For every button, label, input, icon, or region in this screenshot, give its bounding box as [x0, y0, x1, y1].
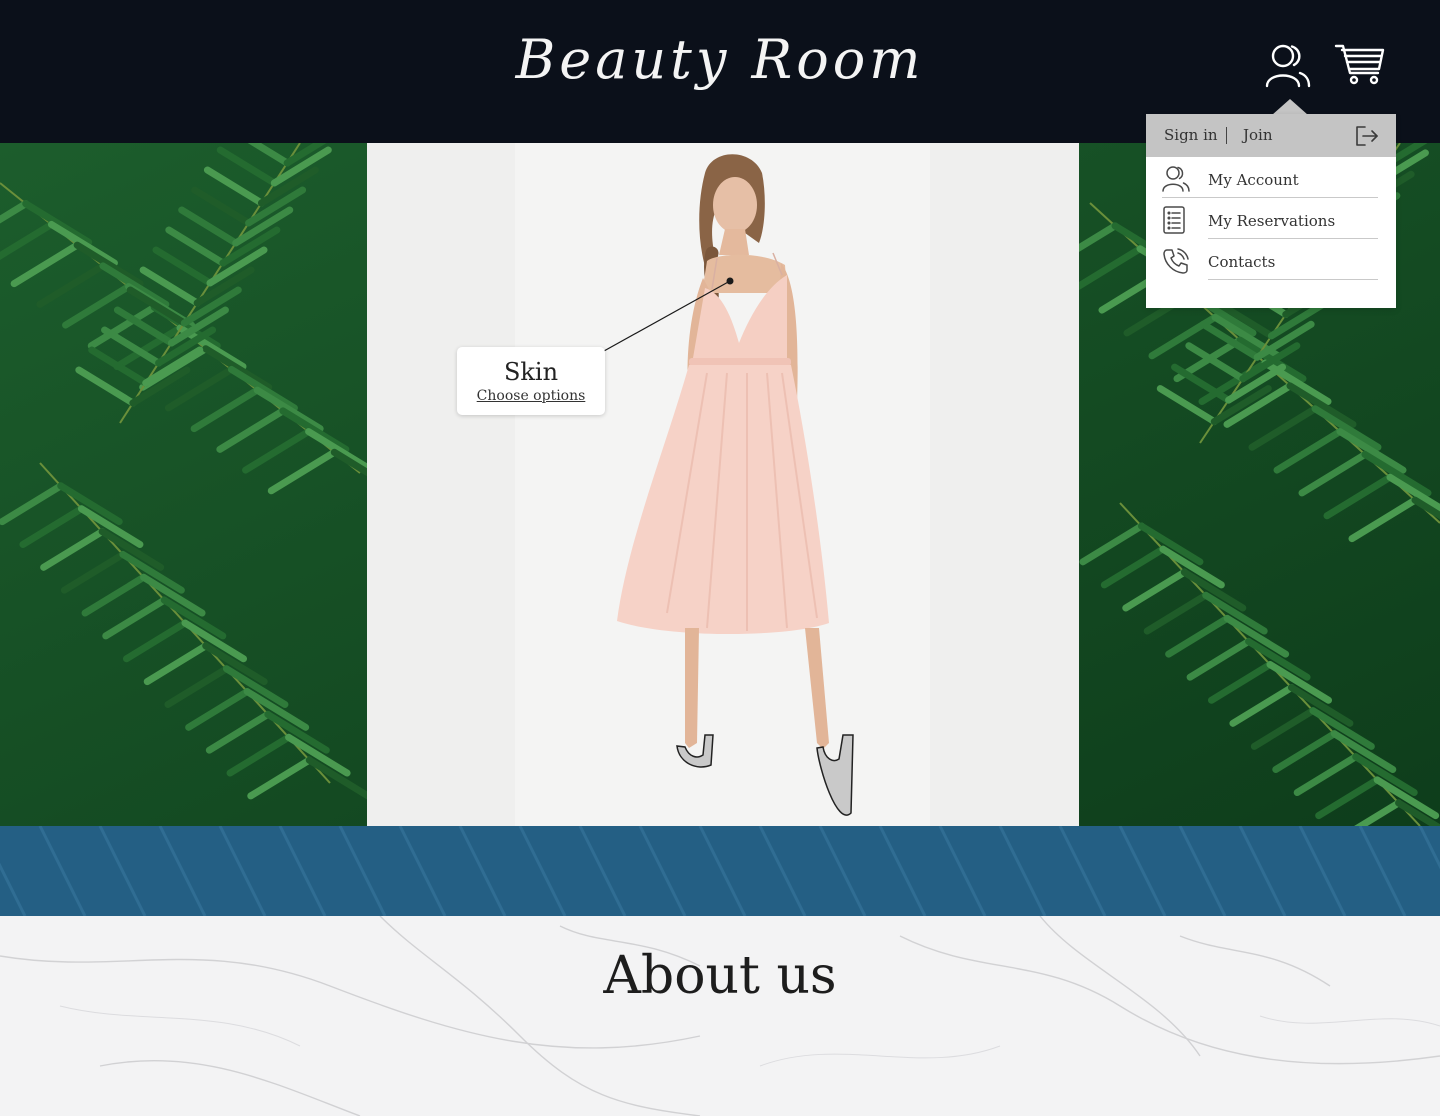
about-title: About us — [603, 946, 837, 1006]
divider — [1162, 197, 1378, 198]
decorative-band — [0, 826, 1440, 916]
phone-icon — [1162, 247, 1190, 275]
list-icon — [1162, 206, 1190, 234]
divider — [1226, 127, 1227, 144]
divider — [1208, 238, 1378, 239]
users-icon[interactable] — [1264, 42, 1312, 88]
dropdown-auth-bar: Sign in Join — [1146, 114, 1396, 157]
menu-item-contacts[interactable]: Contacts — [1162, 241, 1378, 282]
join-link[interactable]: Join — [1243, 126, 1273, 144]
brand-logo[interactable]: Beauty Room — [0, 28, 1440, 91]
menu-item-label: My Account — [1208, 171, 1299, 189]
sign-in-link[interactable]: Sign in — [1164, 126, 1218, 144]
hotspot-title: Skin — [503, 358, 559, 386]
dropdown-arrow — [1272, 99, 1308, 115]
menu-item-label: My Reservations — [1208, 212, 1336, 230]
cart-icon[interactable] — [1334, 42, 1386, 86]
menu-item-my-reservations[interactable]: My Reservations — [1162, 200, 1378, 241]
divider — [1208, 279, 1378, 280]
hotspot-card[interactable]: Skin Choose options — [457, 347, 605, 415]
about-section: About us — [0, 916, 1440, 1116]
choose-options-link[interactable]: Choose options — [477, 387, 586, 405]
logout-icon[interactable] — [1355, 125, 1379, 147]
account-dropdown: Sign in Join My Account My Reservations … — [1146, 114, 1396, 308]
product-photo — [367, 143, 1079, 826]
users-icon — [1162, 165, 1190, 193]
menu-item-my-account[interactable]: My Account — [1162, 159, 1378, 200]
menu-item-label: Contacts — [1208, 253, 1276, 271]
